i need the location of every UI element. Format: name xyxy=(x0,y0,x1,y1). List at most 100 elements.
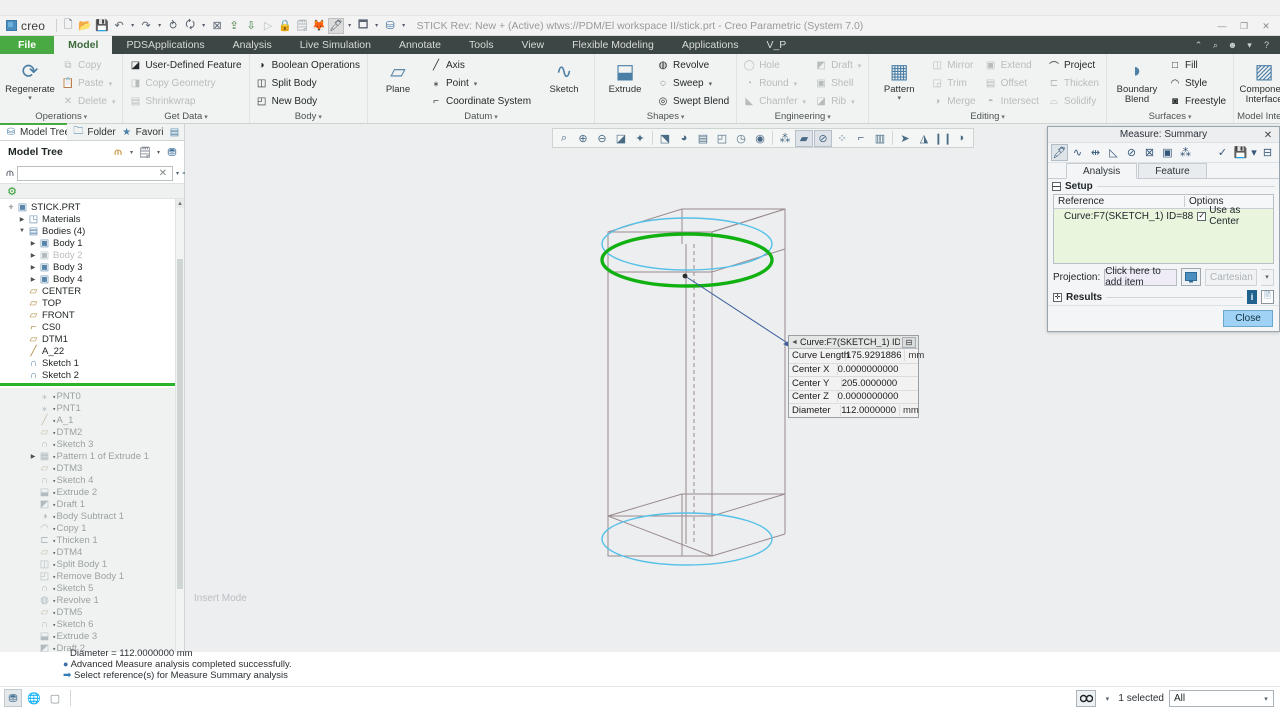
tree-node-body-2[interactable]: ▶ ▣ Body 2 xyxy=(0,249,184,261)
dialog-tab-analysis[interactable]: Analysis xyxy=(1066,163,1138,179)
ribbon-group-editing-dropdown-icon[interactable]: ▾ xyxy=(999,114,1005,121)
close-window-icon[interactable]: ⊠ xyxy=(209,18,225,34)
measure-transform-icon[interactable]: ⁂ xyxy=(1177,144,1194,161)
tooltip-minimize-icon[interactable]: ⊟ xyxy=(902,336,916,348)
open-icon[interactable]: 📂 xyxy=(77,18,93,34)
settings-gear-icon[interactable]: ⚙ xyxy=(4,183,20,199)
tree-expander-stick-prt[interactable]: ✛ xyxy=(6,204,16,211)
redo-caret-icon[interactable]: ▾ xyxy=(155,18,164,34)
measure-distance-icon[interactable]: ⇹ xyxy=(1087,144,1104,161)
tree-node-dtm2[interactable]: ▱DTM2 xyxy=(0,426,184,438)
tree-filters-caret-icon[interactable]: ▾ xyxy=(127,144,136,160)
coordinate-system-caret-icon[interactable]: ▾ xyxy=(1261,268,1274,286)
dialog-close-icon[interactable]: ✕ xyxy=(1261,127,1275,143)
tree-expander-materials[interactable]: ▶ xyxy=(17,216,27,223)
shading-icon[interactable]: ◮ xyxy=(915,130,933,147)
tree-node-body-3[interactable]: ▶ ▣ Body 3 xyxy=(0,261,184,273)
tree-node-dtm4[interactable]: ▱DTM4 xyxy=(0,546,184,558)
tree-columns-icon[interactable]: ⛃ xyxy=(164,144,180,160)
tree-node-pattern-1-of-extrude-1[interactable]: ▶▦Pattern 1 of Extrude 1 xyxy=(0,450,184,462)
ribbon-tab-tools[interactable]: Tools xyxy=(455,36,508,54)
ribbon-tab-file[interactable]: File xyxy=(0,36,55,54)
table-row[interactable]: Curve:F7(SKETCH_1) ID=88 ✓ Use as Center xyxy=(1054,205,1273,227)
screen-projection-icon[interactable] xyxy=(1181,268,1201,286)
save-icon[interactable]: 💾 xyxy=(94,18,110,34)
sweep-icon-caret[interactable]: ▾ xyxy=(709,80,713,88)
tree-expander-body-1[interactable]: ▶ xyxy=(28,240,38,247)
datum-axes-icon[interactable]: ◷ xyxy=(732,130,750,147)
chamfer-icon-caret[interactable]: ▾ xyxy=(803,98,807,106)
tree-node-materials[interactable]: ▶ ◳ Materials xyxy=(0,213,184,225)
model-tree-scrollbar[interactable]: ▲ ▼ xyxy=(175,199,184,670)
dialog-minimize-icon[interactable]: ⊟ xyxy=(1259,144,1276,161)
chamfer-button[interactable]: ◣ Chamfer ▾ xyxy=(740,93,810,110)
coordinate-system-select[interactable]: Cartesian xyxy=(1205,268,1257,286)
zoom-in-icon[interactable]: ⊕ xyxy=(574,130,592,147)
style-button[interactable]: ◠ Style xyxy=(1166,75,1230,92)
collapse-ribbon-icon[interactable]: ⌃ xyxy=(1191,36,1206,54)
undo-icon[interactable]: ↶ xyxy=(111,18,127,34)
regenerate-icon-caret[interactable]: ▾ xyxy=(28,95,32,102)
find-caret-icon[interactable]: ▾ xyxy=(1101,690,1113,707)
tree-node-copy-1[interactable]: ◠Copy 1 xyxy=(0,522,184,534)
round-button[interactable]: ◔ Round ▾ xyxy=(740,75,810,92)
user-defined-feature-button[interactable]: ◪ User-Defined Feature xyxy=(126,57,245,74)
tree-node-body-subtract-1[interactable]: ◑Body Subtract 1 xyxy=(0,510,184,522)
close-button[interactable]: ✕ xyxy=(1256,18,1276,34)
tree-node-body-1[interactable]: ▶ ▣ Body 1 xyxy=(0,237,184,249)
intersect-button[interactable]: ◓ Intersect xyxy=(982,93,1043,110)
measurement-tooltip[interactable]: ◄ Curve:F7(SKETCH_1) ID=88 ⊟ Curve Lengt… xyxy=(788,335,924,418)
model-tree-scroll-area[interactable]: ✛ ▣ STICK.PRT ▶ ◳ Materials ▼ ▤ Bodies (4) ▶ ▣ Body… xyxy=(0,199,184,670)
pattern-icon-caret[interactable]: ▾ xyxy=(897,95,901,102)
checkin-icon[interactable]: ⇪ xyxy=(226,18,242,34)
ribbon-group-engineering-dropdown-icon[interactable]: ▾ xyxy=(825,114,831,121)
tree-node-body-4[interactable]: ▶ ▣ Body 4 xyxy=(0,273,184,285)
qat-more-caret-icon[interactable]: ▾ xyxy=(399,18,408,34)
shell-button[interactable]: ▣ Shell xyxy=(812,75,865,92)
setup-section-header[interactable]: — Setup xyxy=(1048,179,1279,194)
thicken-button[interactable]: ⊏ Thicken xyxy=(1045,75,1103,92)
ribbon-tab-applications[interactable]: Applications xyxy=(668,36,753,54)
save-icon[interactable]: 💾 xyxy=(1232,144,1249,161)
csys-display-icon[interactable]: ⁂ xyxy=(776,130,794,147)
tree-node-extrude-2[interactable]: ⬓Extrude 2 xyxy=(0,486,184,498)
save-caret-icon[interactable]: ▾ xyxy=(1250,144,1258,161)
info-icon[interactable]: i xyxy=(1247,290,1257,304)
plane-button[interactable]: ▱ Plane xyxy=(371,56,425,95)
tree-node-sketch-1[interactable]: ∩ Sketch 1 xyxy=(0,357,184,369)
search-icon[interactable]: ⌕ xyxy=(1208,36,1223,54)
coordinate-system-button[interactable]: ⌐ Coordinate System xyxy=(427,93,535,110)
point-icon-caret[interactable]: ▾ xyxy=(474,80,478,88)
datum-points-icon[interactable]: ◉ xyxy=(751,130,769,147)
tree-node-sketch-2[interactable]: ∩ Sketch 2 xyxy=(0,369,184,381)
spin-center-icon[interactable]: ✦ xyxy=(631,130,649,147)
measure-area-icon[interactable]: ⊠ xyxy=(1141,144,1158,161)
navigator-tab-model-tree[interactable]: ⛁ Model Tree xyxy=(0,123,68,140)
shrinkwrap-button[interactable]: ▤ Shrinkwrap xyxy=(126,93,245,110)
refit-icon[interactable]: ⌕ xyxy=(555,130,573,147)
draft-icon-caret[interactable]: ▾ xyxy=(858,62,862,70)
scroll-up-arrow-icon[interactable]: ▲ xyxy=(176,199,184,208)
revolve-button[interactable]: ◍ Revolve xyxy=(654,57,733,74)
ribbon-tab-model[interactable]: Model xyxy=(54,36,113,54)
tree-node-sketch-5[interactable]: ∩Sketch 5 xyxy=(0,582,184,594)
ribbon-tab-v-p[interactable]: V_P xyxy=(752,36,800,54)
redo-icon[interactable]: ↷ xyxy=(138,18,154,34)
new-icon[interactable]: 🗋 xyxy=(60,18,76,34)
split-body-button[interactable]: ◫ Split Body xyxy=(253,75,364,92)
tree-node-dtm1[interactable]: ▱ DTM1 xyxy=(0,333,184,345)
paste-button[interactable]: 📋 Paste ▾ xyxy=(59,75,119,92)
fox-icon[interactable]: 🦊 xyxy=(311,18,327,34)
close-button[interactable]: Close xyxy=(1223,310,1273,327)
ribbon-group-surfaces-dropdown-icon[interactable]: ▾ xyxy=(1186,114,1192,121)
tree-node-split-body-1[interactable]: ◫Split Body 1 xyxy=(0,558,184,570)
help-icon[interactable]: ? xyxy=(1259,36,1274,54)
view-manager-icon[interactable]: ◕ xyxy=(675,130,693,147)
tree-node-cs0[interactable]: ⌐ CS0 xyxy=(0,321,184,333)
extrude-button[interactable]: ⬓ Extrude xyxy=(598,56,652,95)
measure-angle-icon[interactable]: ◺ xyxy=(1105,144,1122,161)
window-caret-icon[interactable]: ▾ xyxy=(372,18,381,34)
solidify-button[interactable]: ⌓ Solidify xyxy=(1045,93,1103,110)
merge-button[interactable]: ◑ Merge xyxy=(928,93,979,110)
tree-node-revolve-1[interactable]: ◍Revolve 1 xyxy=(0,594,184,606)
